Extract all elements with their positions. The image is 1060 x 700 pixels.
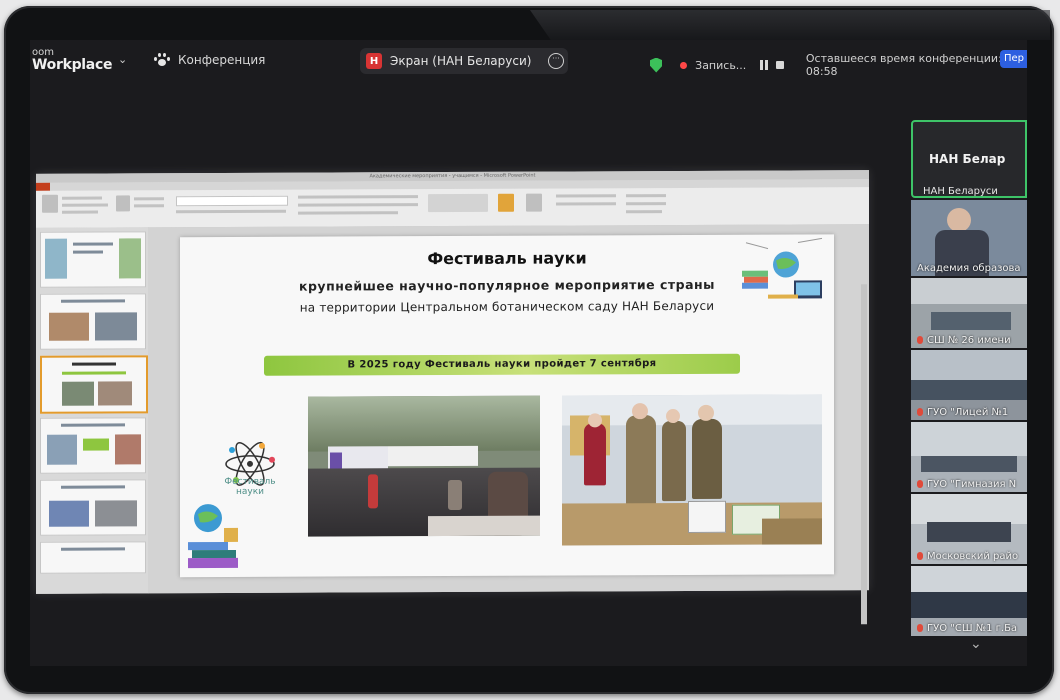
record-dot-icon xyxy=(680,61,688,69)
participant-name: СШ № 26 имени xyxy=(927,335,1011,346)
festival-logo-text: Фестиваль науки xyxy=(210,477,290,497)
slide-subtitle-location: на территории Центральном ботаническом с… xyxy=(299,298,715,315)
pause-recording-icon[interactable] xyxy=(760,60,769,70)
conference-label: Конференция xyxy=(178,53,266,67)
participant-tile[interactable]: Академия образова xyxy=(911,200,1027,276)
slide-thumbnail[interactable] xyxy=(40,231,146,288)
participant-label: ГУО "Лицей №1 xyxy=(917,407,1008,418)
conference-menu[interactable]: Конференция xyxy=(154,53,265,67)
mic-muted-icon xyxy=(917,552,923,560)
slide-thumbnail[interactable] xyxy=(40,417,146,474)
slide-thumbnail[interactable] xyxy=(40,293,146,350)
participant-label: Московский райо xyxy=(917,551,1018,562)
file-tab xyxy=(36,182,50,191)
participant-name: ГУО "Лицей №1 xyxy=(927,407,1009,418)
brand-line-2: Workplace xyxy=(32,57,113,73)
powerpoint-ribbon xyxy=(36,187,869,229)
participant-name: Московский райо xyxy=(927,551,1019,562)
paw-icon xyxy=(154,53,170,67)
share-label: Экран (НАН Беларуси) xyxy=(390,54,532,68)
slide-thumbnails-panel xyxy=(36,227,149,594)
active-speaker-tile[interactable]: НАН Белар НАН Беларуси xyxy=(911,120,1027,198)
remaining-time: Оставшееся время конференции: 08:58 xyxy=(805,52,1002,78)
logo-text-line1: Фестиваль xyxy=(224,476,276,487)
participants-strip: НАН Белар НАН Беларуси Академия образова… xyxy=(911,120,1027,666)
participant-name: ГУО "Гимназия N xyxy=(927,479,1017,490)
meeting-top-bar: oom Workplace ⌄ Конференция Н Экран (НАН… xyxy=(30,40,1027,80)
active-speaker-name: НАН Белар xyxy=(929,152,1006,166)
chevron-down-icon[interactable]: ⌄ xyxy=(118,53,127,66)
globe-books-illustration-icon xyxy=(188,504,238,569)
chevron-down-icon[interactable]: ⌄ xyxy=(970,636,982,652)
mic-muted-icon xyxy=(917,408,923,416)
participant-label: ГУО "Гимназия N xyxy=(917,479,1016,490)
participant-tile[interactable]: ГУО "Гимназия N xyxy=(911,422,1027,492)
app-brand[interactable]: oom Workplace xyxy=(32,46,112,72)
slide-thumbnail[interactable] xyxy=(40,479,146,536)
slide-title: Фестиваль науки xyxy=(427,248,587,269)
shared-screen-content: Академические мероприятия - учащимся - M… xyxy=(36,170,869,625)
logo-text-line2: науки xyxy=(235,486,264,497)
participant-label: СШ № 26 имени xyxy=(917,335,1011,346)
participant-tile[interactable]: ГУО "СШ №1 г.Ба xyxy=(911,566,1027,636)
vertical-scrollbar[interactable] xyxy=(861,284,867,625)
current-slide[interactable]: Фестиваль науки крупнейшее научно-популя… xyxy=(180,234,834,578)
bezel-reflection xyxy=(530,10,1050,40)
record-label: Запись... xyxy=(695,58,747,72)
participant-tile[interactable]: СШ № 26 имени xyxy=(911,278,1027,348)
festival-crowd-photo xyxy=(308,395,540,537)
exhibitors-photo xyxy=(562,394,822,546)
per-button[interactable]: Пер xyxy=(1000,50,1027,68)
slide-subtitle: крупнейшее научно-популярное мероприятие… xyxy=(299,276,715,294)
participant-tile[interactable]: Московский райо xyxy=(911,494,1027,564)
slide-editing-area: Фестиваль науки крупнейшее научно-популя… xyxy=(148,224,869,625)
mic-muted-icon xyxy=(917,624,923,632)
share-badge: Н xyxy=(366,53,382,69)
recording-status: Запись... Оставшееся время конференции: … xyxy=(650,52,1027,78)
security-shield-icon[interactable] xyxy=(650,57,663,73)
mic-muted-icon xyxy=(917,336,923,344)
participant-label: Академия образова xyxy=(917,263,1021,274)
participant-label: ГУО "СШ №1 г.Ба xyxy=(917,623,1017,634)
date-banner: В 2025 году Фестиваль науки пройдет 7 се… xyxy=(264,353,740,376)
stop-recording-icon[interactable] xyxy=(776,61,784,69)
slide-thumbnail[interactable] xyxy=(40,541,146,574)
participant-name: ГУО "СШ №1 г.Ба xyxy=(927,623,1018,634)
mic-muted-icon xyxy=(917,480,923,488)
slide-thumbnail-selected[interactable] xyxy=(40,355,148,414)
participant-tile[interactable]: ГУО "Лицей №1 xyxy=(911,350,1027,420)
zoom-window: oom Workplace ⌄ Конференция Н Экран (НАН… xyxy=(30,40,1027,666)
active-speaker-label: НАН Беларуси xyxy=(923,186,998,197)
more-options-icon[interactable]: ··· xyxy=(548,53,564,69)
shared-screen-indicator[interactable]: Н Экран (НАН Беларуси) xyxy=(360,48,568,74)
participant-name: Академия образова xyxy=(917,263,1021,274)
